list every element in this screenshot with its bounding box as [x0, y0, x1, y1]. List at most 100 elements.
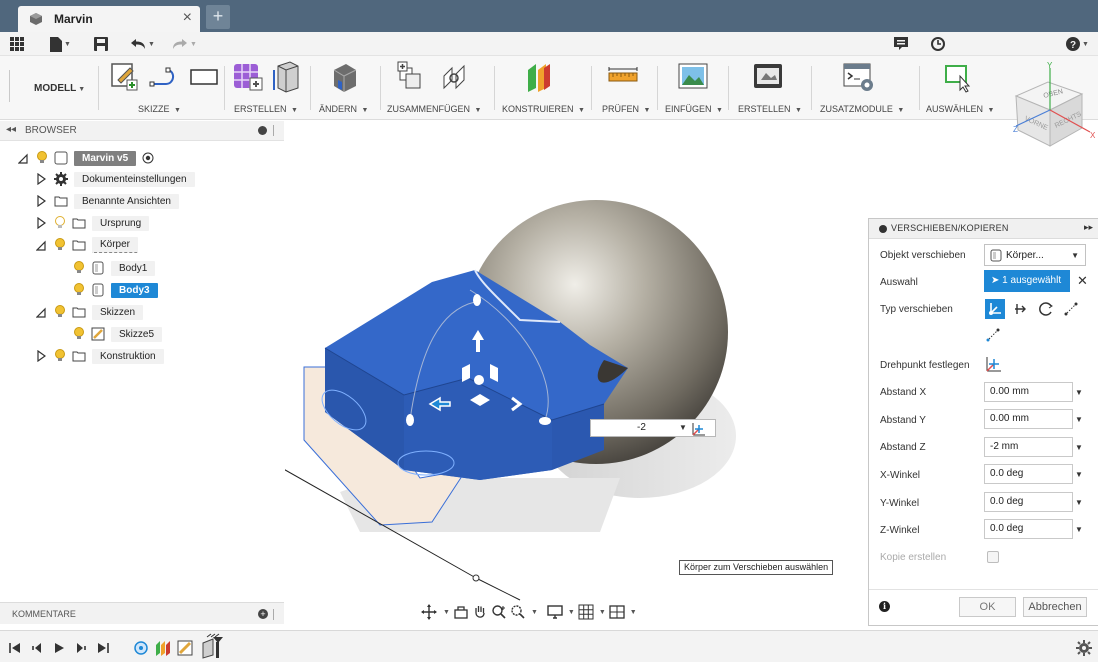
browser-resize-handle[interactable]	[273, 125, 274, 136]
distance-z-dropdown-icon[interactable]: ▼	[1075, 443, 1083, 452]
visibility-bulb-off-icon[interactable]	[54, 216, 66, 230]
info-icon[interactable]: i	[879, 601, 890, 612]
object-type-dropdown[interactable]: Körper... ▼	[984, 244, 1086, 266]
distance-z-input[interactable]: -2 mm	[984, 437, 1073, 457]
tree-item-construction[interactable]: Konstruktion	[36, 347, 164, 365]
grid-icon[interactable]	[578, 604, 594, 620]
expanded-arrow-icon[interactable]	[36, 239, 46, 251]
z-angle-dropdown-icon[interactable]: ▼	[1075, 525, 1083, 534]
job-status-button[interactable]	[931, 36, 945, 52]
step-forward-icon[interactable]	[75, 642, 87, 654]
joint-icon[interactable]	[440, 60, 470, 94]
z-angle-input[interactable]: 0.0 deg	[984, 519, 1073, 539]
x-angle-dropdown-icon[interactable]: ▼	[1075, 470, 1083, 479]
canvas-viewport[interactable]	[230, 121, 868, 626]
erstellen-2-group-label[interactable]: ERSTELLEN ▼	[738, 104, 802, 114]
undo-button[interactable]: ▼	[130, 36, 155, 52]
visibility-bulb-icon[interactable]	[73, 327, 85, 341]
distance-y-dropdown-icon[interactable]: ▼	[1075, 415, 1083, 424]
sketch-rectangle-icon[interactable]	[188, 60, 220, 92]
konstruieren-group-label[interactable]: KONSTRUIEREN ▼	[502, 104, 585, 114]
model-scene[interactable]	[230, 121, 868, 626]
step-back-icon[interactable]	[31, 642, 43, 654]
extrude-icon[interactable]	[270, 60, 302, 94]
tree-item-bodies[interactable]: Körper	[36, 236, 139, 254]
collapse-browser-icon[interactable]: ◂◂	[6, 124, 16, 135]
distance-x-input[interactable]: 0.00 mm	[984, 382, 1073, 402]
offset-plane-icon[interactable]	[524, 60, 556, 94]
create-form-icon[interactable]	[232, 60, 266, 94]
expand-panel-icon[interactable]: ▸▸	[1084, 222, 1093, 233]
visibility-bulb-icon[interactable]	[54, 305, 66, 319]
play-icon[interactable]	[53, 642, 65, 654]
visibility-bulb-icon[interactable]	[36, 151, 48, 165]
select-icon[interactable]	[944, 60, 976, 94]
go-to-start-icon[interactable]	[9, 642, 21, 654]
viewports-icon[interactable]	[609, 604, 625, 620]
translate-icon[interactable]	[1012, 301, 1028, 317]
collapsed-arrow-icon[interactable]	[36, 195, 46, 207]
einfuegen-group-label[interactable]: EINFÜGEN ▼	[665, 104, 723, 114]
pan-hand-icon[interactable]	[472, 604, 488, 620]
tree-item-body3[interactable]: Body3	[73, 281, 158, 299]
add-comment-icon[interactable]: +	[258, 609, 268, 619]
move-type-free-button[interactable]	[985, 299, 1005, 319]
make-3d-print-icon[interactable]	[752, 60, 784, 92]
tree-item-body1[interactable]: Body1	[73, 259, 156, 277]
clear-selection-icon[interactable]: ✕	[1077, 273, 1088, 289]
tree-item-sketches[interactable]: Skizzen	[36, 303, 144, 321]
tree-item-sketch5[interactable]: Skizze5	[73, 325, 163, 343]
new-tab-button[interactable]: +	[206, 5, 230, 29]
selection-button[interactable]: ➤ 1 ausgewählt	[984, 270, 1070, 292]
insert-canvas-icon[interactable]	[677, 60, 709, 92]
skizze-group-label[interactable]: SKIZZE ▼	[138, 104, 181, 114]
panel-toggle-icon[interactable]	[879, 225, 887, 233]
pivot-icon[interactable]	[691, 421, 707, 436]
go-to-end-icon[interactable]	[97, 642, 109, 654]
tree-item-document-settings[interactable]: Dokumenteinstellungen	[36, 170, 195, 188]
look-at-icon[interactable]	[453, 604, 469, 620]
collapsed-arrow-icon[interactable]	[36, 173, 46, 185]
set-pivot-icon[interactable]	[985, 355, 1003, 373]
comments-bar[interactable]: KOMMENTARE +	[0, 602, 284, 624]
new-component-icon[interactable]	[396, 60, 426, 94]
tree-item-named-views[interactable]: Benannte Ansichten	[36, 192, 179, 210]
collapsed-arrow-icon[interactable]	[36, 350, 46, 362]
help-button[interactable]: ? ▼	[1066, 36, 1089, 52]
distance-x-dropdown-icon[interactable]: ▼	[1075, 388, 1083, 397]
collapsed-arrow-icon[interactable]	[36, 217, 46, 229]
app-grid-icon[interactable]	[10, 36, 24, 52]
ok-button[interactable]: OK	[959, 597, 1016, 617]
tree-item-origin[interactable]: Ursprung	[36, 214, 150, 232]
auswaehlen-group-label[interactable]: AUSWÄHLEN ▼	[926, 104, 994, 114]
sketch-arc-icon[interactable]	[148, 60, 182, 92]
file-menu-button[interactable]: ▼	[50, 36, 71, 52]
zoom-icon[interactable]	[491, 604, 507, 620]
visibility-bulb-icon[interactable]	[73, 283, 85, 297]
aendern-group-label[interactable]: ÄNDERN ▼	[319, 104, 368, 114]
cancel-button[interactable]: Abbrechen	[1023, 597, 1087, 617]
timeline-move-feature-icon[interactable]	[199, 633, 227, 659]
measure-icon[interactable]	[607, 60, 639, 94]
move-copy-panel-header[interactable]: VERSCHIEBEN/KOPIEREN ▸▸	[869, 219, 1098, 239]
create-copy-checkbox[interactable]	[987, 551, 999, 563]
timeline-origin-icon[interactable]	[133, 640, 149, 656]
distance-dropdown-arrow[interactable]: ▼	[679, 423, 687, 432]
rotate-icon[interactable]	[1038, 301, 1054, 317]
tree-item-root[interactable]: Marvin v5	[18, 149, 154, 167]
visibility-bulb-icon[interactable]	[73, 261, 85, 275]
pruefen-group-label[interactable]: PRÜFEN ▼	[602, 104, 650, 114]
y-angle-input[interactable]: 0.0 deg	[984, 492, 1073, 512]
comments-resize-handle[interactable]	[273, 609, 274, 620]
workspace-mode-button[interactable]: MODELL ▼	[34, 83, 85, 94]
visibility-bulb-icon[interactable]	[54, 238, 66, 252]
x-angle-input[interactable]: 0.0 deg	[984, 464, 1073, 484]
scripts-addins-icon[interactable]	[842, 60, 876, 94]
timeline-settings-gear-icon[interactable]	[1076, 640, 1092, 656]
distance-y-input[interactable]: 0.00 mm	[984, 409, 1073, 429]
expanded-arrow-icon[interactable]	[18, 152, 28, 164]
point-to-point-icon[interactable]	[1063, 301, 1079, 317]
expanded-arrow-icon[interactable]	[36, 306, 46, 318]
distance-input[interactable]: -2 ▼	[590, 419, 716, 437]
orbit-icon[interactable]	[420, 603, 438, 621]
